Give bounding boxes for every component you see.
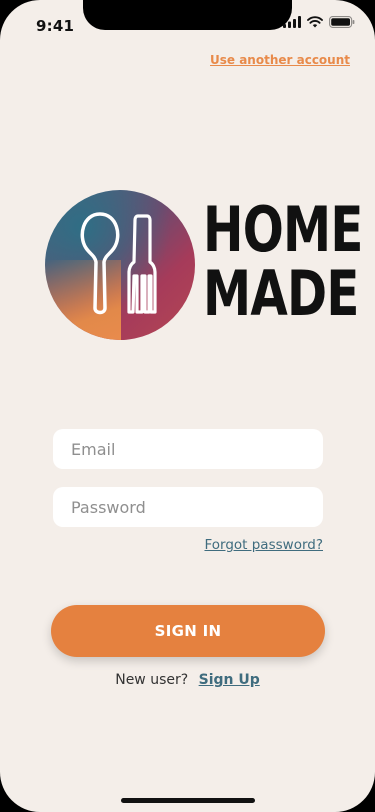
status-time: 9:41 [36, 17, 75, 35]
password-field[interactable] [53, 487, 323, 527]
app-logo: HOME MADE [45, 190, 363, 342]
email-field[interactable] [53, 429, 323, 469]
login-screen: 9:41 Use another account HOME MADE Email… [0, 0, 375, 812]
use-another-account-link[interactable]: Use another account [210, 53, 350, 67]
sign-in-button[interactable]: SIGN IN [51, 605, 325, 657]
status-icons [283, 14, 355, 30]
home-indicator [121, 798, 255, 803]
signup-row: New user? Sign Up [0, 672, 375, 688]
logo-line-made: MADE [203, 257, 359, 330]
signal-icon [283, 16, 301, 28]
wifi-icon [307, 16, 323, 28]
logo-wordmark: HOME MADE [203, 198, 375, 326]
sign-up-link[interactable]: Sign Up [199, 672, 260, 688]
new-user-text: New user? [115, 672, 189, 688]
spoon-fork-icon [80, 212, 157, 315]
forgot-password-link[interactable]: Forgot password? [204, 537, 323, 553]
logo-circle [45, 190, 195, 340]
device-notch [83, 0, 292, 30]
logo-line-home: HOME [203, 193, 363, 266]
battery-icon [329, 16, 355, 28]
